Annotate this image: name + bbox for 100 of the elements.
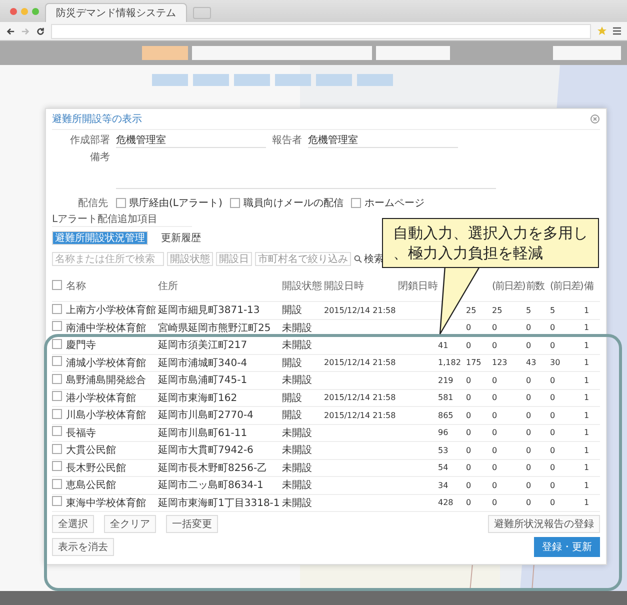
clear-button[interactable]: 表示を消去	[52, 538, 114, 556]
search-field[interactable]: 名称または住所で検索	[52, 252, 164, 266]
table-cell: 延岡市浦城町340-4	[158, 358, 248, 369]
table-cell: 延岡市細見町3871-13	[158, 305, 260, 316]
row-checkbox[interactable]	[52, 356, 62, 366]
table-cell: 96	[438, 428, 448, 438]
table-cell: 0	[550, 480, 556, 490]
table-cell: 延岡市東海町162	[158, 392, 238, 404]
table-cell: 開設	[282, 410, 302, 422]
table-cell: 0	[526, 340, 532, 350]
table-cell: 0	[466, 463, 472, 472]
window-controls-icon[interactable]	[10, 8, 39, 14]
back-icon[interactable]	[6, 26, 15, 36]
row-checkbox[interactable]	[52, 426, 62, 436]
table-cell: 1,182	[438, 358, 461, 368]
table-cell: 未開設	[282, 462, 312, 474]
row-checkbox[interactable]	[52, 408, 62, 419]
table-cell: 東海中学校体育館	[66, 498, 146, 509]
forward-icon[interactable]	[21, 26, 30, 36]
table-cell: 0	[466, 376, 472, 385]
table-cell: 恵島公民館	[66, 480, 116, 492]
field-label: 作成部署	[70, 134, 110, 147]
table-cell: 0	[550, 393, 556, 402]
select-field[interactable]	[192, 46, 372, 60]
table-cell: 南浦中学校体育館	[66, 322, 146, 334]
table-cell: 0	[492, 428, 498, 438]
table-cell: 25	[466, 306, 476, 315]
footer-button[interactable]: 全選択	[52, 515, 94, 533]
reload-icon[interactable]	[36, 26, 45, 36]
column-header: (前日差)	[550, 281, 583, 292]
table-cell: 0	[550, 410, 556, 420]
browser-tab[interactable]: 防災デマンド情報システム	[45, 3, 187, 22]
field-label: 報告者	[272, 134, 302, 147]
table-cell: 未開設	[282, 498, 312, 509]
table-cell: 1	[584, 340, 590, 350]
table-cell: 0	[550, 340, 556, 350]
footer-button[interactable]: 一括変更	[166, 515, 218, 533]
text-field[interactable]: 危機管理室	[308, 132, 458, 148]
field-label: 備考	[90, 150, 110, 164]
table-cell: 0	[492, 463, 498, 472]
table-cell: 175	[466, 358, 482, 368]
table-cell: 1	[584, 358, 590, 368]
row-checkbox[interactable]	[52, 374, 62, 384]
row-checkbox[interactable]	[52, 461, 62, 472]
table-cell: 宮崎県延岡市熊野江町25	[158, 322, 271, 334]
table-cell: 123	[492, 358, 508, 368]
table-cell: 0	[526, 428, 532, 438]
table-cell: 2015/12/14 21:58	[324, 393, 396, 402]
table-cell: 0	[466, 446, 472, 455]
table-cell: 34	[438, 480, 448, 490]
row-checkbox[interactable]	[52, 321, 62, 332]
table-cell: 1	[584, 323, 590, 332]
table-cell: 延岡市須美江町217	[158, 340, 248, 352]
new-tab-button[interactable]	[193, 7, 211, 19]
close-icon[interactable]	[590, 114, 600, 124]
table-cell: 43	[526, 358, 536, 368]
table-cell: 延岡市島浦町745-1	[158, 375, 248, 386]
table-cell: 0	[550, 463, 556, 472]
row-checkbox[interactable]	[52, 444, 62, 454]
report-button[interactable]: 避難所状況報告の登録	[488, 515, 600, 533]
table-cell: 0	[466, 498, 472, 508]
table-cell: 未開設	[282, 375, 312, 386]
row-checkbox[interactable]	[52, 496, 62, 506]
select-all-checkbox[interactable]	[52, 280, 62, 290]
column-header: 開設状態	[282, 281, 322, 292]
table-cell: 0	[492, 323, 498, 332]
search-field[interactable]	[553, 46, 621, 60]
table-cell: 0	[526, 446, 532, 455]
text-field[interactable]: 危機管理室	[116, 132, 266, 148]
table-cell: 2015/12/14 21:58	[324, 358, 396, 368]
star-icon[interactable]	[597, 26, 607, 36]
delivery-checkbox[interactable]: ホームページ	[351, 196, 424, 210]
table-cell: 0	[466, 393, 472, 402]
column-header: 閉鎖日時	[398, 281, 438, 292]
table-cell: 0	[550, 428, 556, 438]
table-cell: 港小学校体育館	[66, 392, 136, 404]
table-cell: 0	[526, 498, 532, 508]
table-cell: 延岡市二ッ島町8634-1	[158, 480, 264, 492]
select-field[interactable]	[376, 46, 450, 60]
table-cell: 0	[526, 463, 532, 472]
table-cell: 1	[584, 428, 590, 438]
row-checkbox[interactable]	[52, 338, 62, 349]
table-cell: 0	[466, 480, 472, 490]
address-field[interactable]	[51, 24, 591, 38]
footer-button[interactable]: 全クリア	[104, 515, 156, 533]
row-checkbox[interactable]	[52, 304, 62, 314]
tab[interactable]: 更新履歴	[156, 229, 206, 247]
delivery-checkbox[interactable]: 職員向けメールの配信	[230, 196, 344, 210]
table-cell: 未開設	[282, 445, 312, 456]
table-cell: 1	[584, 393, 590, 402]
row-checkbox[interactable]	[52, 391, 62, 402]
table-cell: 1	[584, 480, 590, 490]
delivery-checkbox[interactable]: 県庁経由(Lアラート)	[116, 196, 222, 210]
table-cell: 0	[526, 323, 532, 332]
submit-button[interactable]: 登録・更新	[534, 537, 600, 557]
row-checkbox[interactable]	[52, 478, 62, 489]
table-cell: 53	[438, 446, 448, 455]
menu-icon[interactable]	[613, 27, 621, 35]
table-cell: 0	[526, 393, 532, 402]
column-header: 開設日時	[324, 281, 364, 292]
